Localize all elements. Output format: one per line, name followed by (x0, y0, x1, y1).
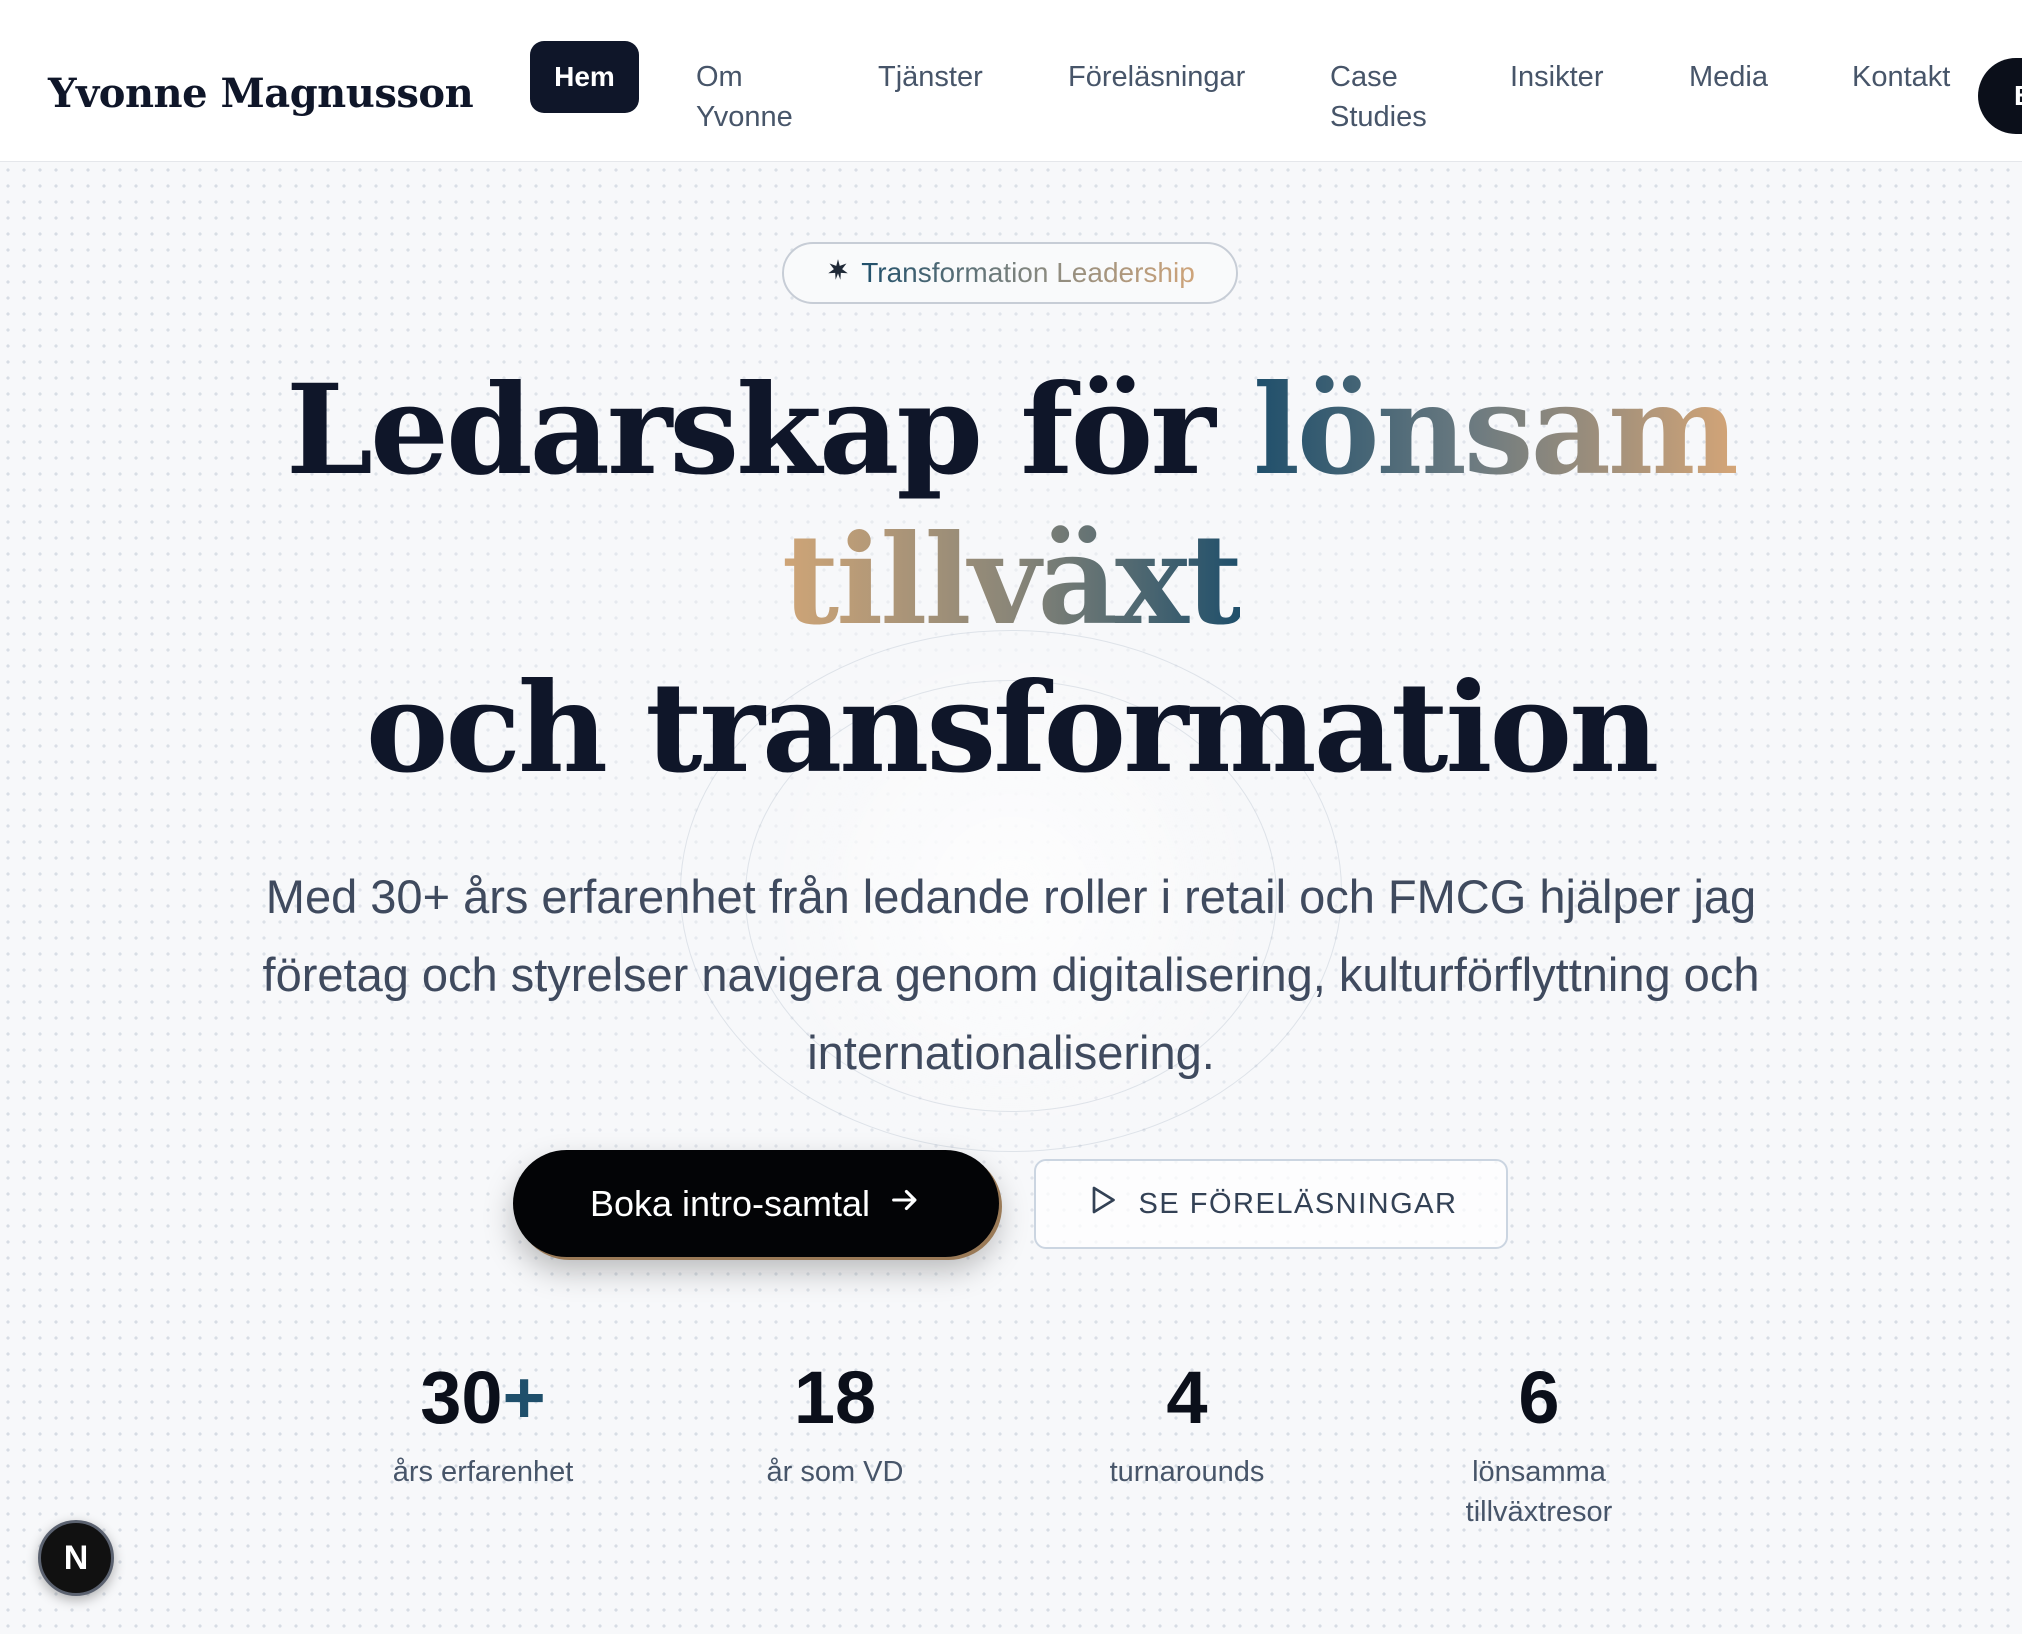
hero-badge: Transformation Leadership (782, 242, 1238, 304)
stat-value: 30+ (420, 1356, 546, 1439)
nav-item-forelasningar[interactable]: Föreläsningar (1068, 57, 1245, 97)
stat-value: 4 (1166, 1356, 1208, 1439)
nav-item-om-yvonne[interactable]: Om Yvonne (696, 57, 826, 137)
stat-label: års erfarenhet (392, 1456, 574, 1488)
nav-item-case-studies[interactable]: Case Studies (1330, 57, 1450, 137)
stat-turnarounds: 4 turnarounds (1057, 1356, 1317, 1492)
nav-item-hem[interactable]: Hem (530, 41, 639, 113)
dev-indicator-button[interactable]: N (38, 1520, 114, 1596)
hero-title-accent-1: lönsam (1252, 358, 1739, 503)
sparkle-icon (825, 257, 851, 289)
stat-value: 6 (1518, 1356, 1560, 1439)
play-icon (1085, 1182, 1121, 1226)
hero-title-accent-2: tillväxt (781, 508, 1243, 653)
stat-label: år som VD (766, 1456, 904, 1488)
stat-experience: 30+ års erfarenhet (353, 1356, 613, 1492)
stat-growth-journeys: 6 lönsamma tillväxtresor (1409, 1356, 1669, 1532)
hero-title-line-3: och transformation (365, 656, 1660, 801)
arrow-right-icon (888, 1183, 922, 1224)
hero-title-line-2: tillväxt (0, 506, 2022, 656)
nav-cta-button[interactable]: B (1978, 58, 2022, 134)
nav-item-insikter[interactable]: Insikter (1510, 57, 1603, 97)
nav-item-tjanster[interactable]: Tjänster (878, 57, 983, 97)
nav-item-kontakt[interactable]: Kontakt (1852, 57, 1950, 97)
stat-value: 18 (793, 1356, 877, 1439)
see-lectures-button[interactable]: SE FÖRELÄSNINGAR (1034, 1159, 1508, 1249)
book-intro-call-button[interactable]: Boka intro-samtal (513, 1150, 999, 1257)
stat-label: lönsamma tillväxtresor (1465, 1456, 1613, 1528)
stat-ceo-years: 18 år som VD (705, 1356, 965, 1492)
see-lectures-label: SE FÖRELÄSNINGAR (1138, 1187, 1458, 1220)
hero-badge-label: Transformation Leadership (861, 257, 1195, 288)
site-logo[interactable]: Yvonne Magnusson (48, 70, 474, 117)
hero-title-line-1: Ledarskap för lönsam (0, 356, 2022, 506)
stat-label: turnarounds (1109, 1456, 1265, 1488)
hero-subtitle: Med 30+ års erfarenhet från ledande roll… (262, 870, 1760, 1079)
hero-title-plain: Ledarskap för (285, 358, 1253, 503)
site-header: Yvonne Magnusson Hem Om Yvonne Tjänster … (0, 0, 2022, 162)
book-intro-call-label: Boka intro-samtal (589, 1182, 871, 1224)
nav-item-media[interactable]: Media (1689, 57, 1768, 97)
